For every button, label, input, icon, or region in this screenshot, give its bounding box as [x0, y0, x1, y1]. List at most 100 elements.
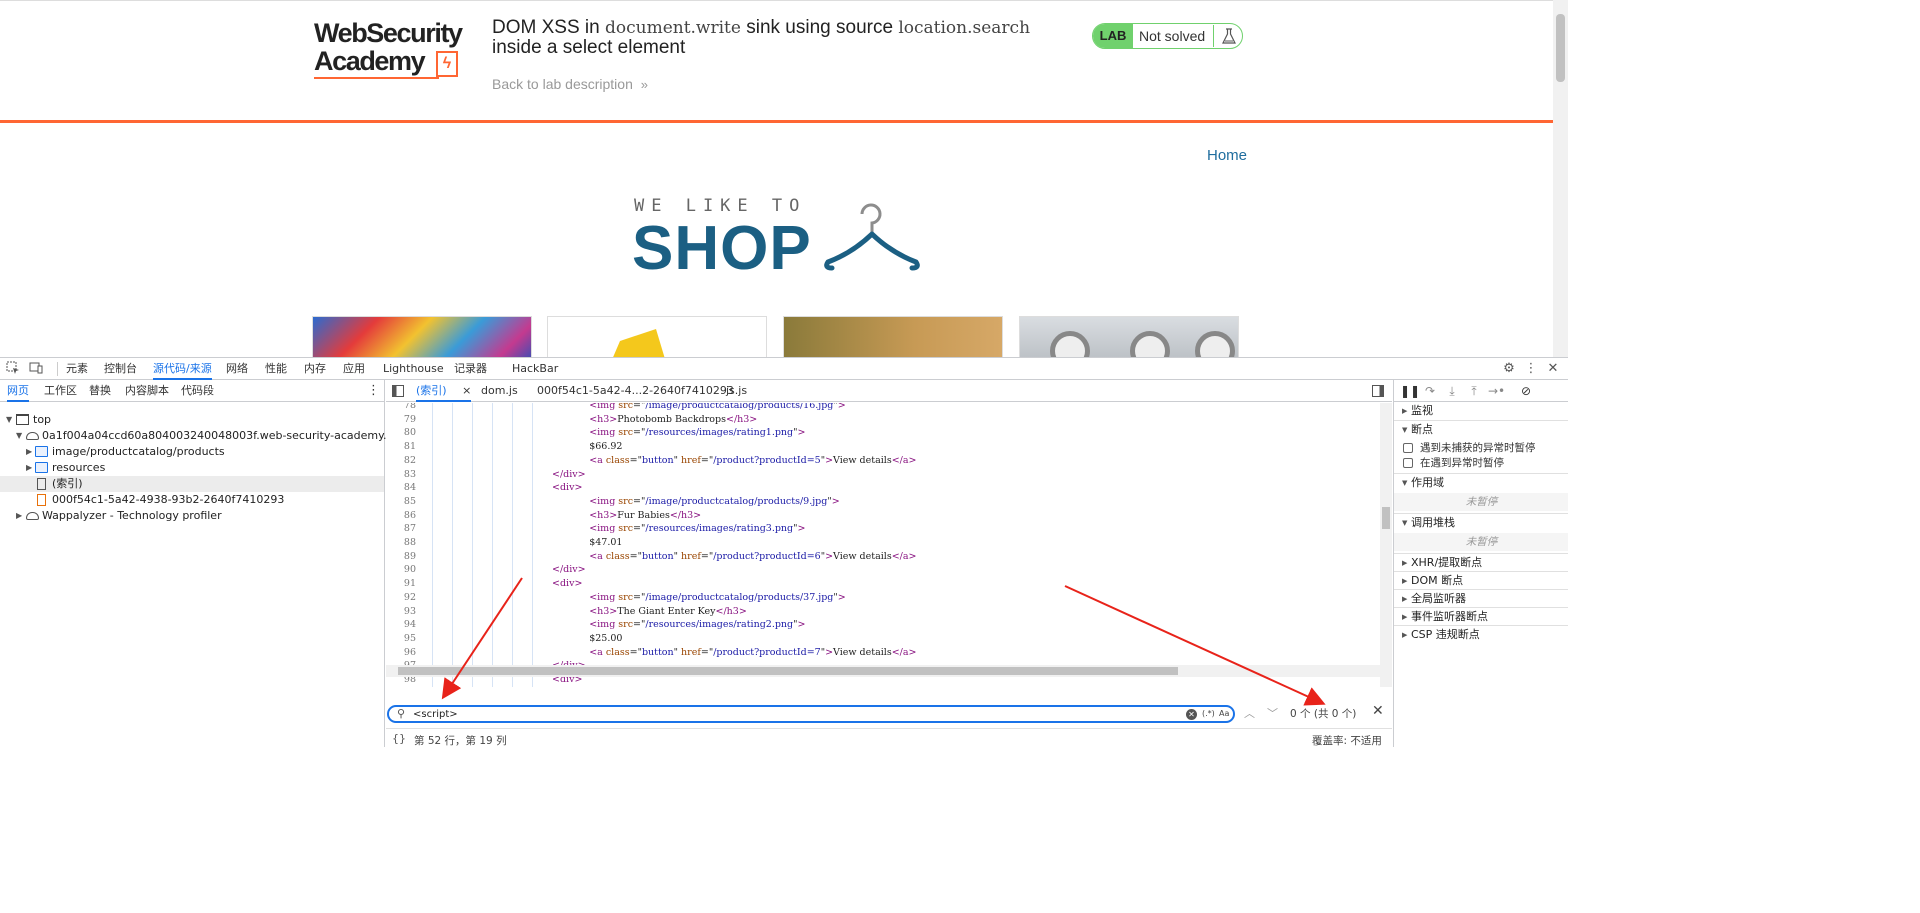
section-dom-breakpoints[interactable]: ▶ DOM 断点 [1394, 571, 1568, 589]
line-number[interactable]: 78 [386, 403, 416, 413]
inspect-element-icon[interactable] [5, 361, 21, 377]
match-case-toggle[interactable]: Aa [1219, 707, 1229, 721]
page-scrollbar[interactable] [1553, 0, 1568, 357]
step-icon[interactable]: →• [1488, 383, 1505, 399]
code-line[interactable]: 91 <div> [386, 577, 1380, 591]
line-number[interactable]: 88 [386, 536, 416, 550]
editor-tab-js-js[interactable]: js.js [726, 380, 747, 402]
line-number[interactable]: 79 [386, 413, 416, 427]
tree-item-top[interactable]: ▼ top [0, 412, 384, 428]
clear-search-icon[interactable]: ✕ [1186, 709, 1197, 720]
pretty-print-icon[interactable]: {} [392, 732, 406, 745]
code-line[interactable]: 81 $66.92 [386, 440, 1380, 454]
tree-item-script-file[interactable]: 000f54c1-5a42-4938-93b2-2640f7410293 [0, 492, 384, 508]
code-line[interactable]: 96 <a class="button" href="/product?produ… [386, 646, 1380, 660]
line-number[interactable]: 84 [386, 481, 416, 495]
line-number[interactable]: 86 [386, 509, 416, 523]
tab-memory[interactable]: 内存 [304, 358, 326, 380]
step-out-icon[interactable]: ⤒ [1466, 383, 1482, 399]
line-number[interactable]: 81 [386, 440, 416, 454]
tab-elements[interactable]: 元素 [66, 358, 88, 380]
section-event-listener-breakpoints[interactable]: ▶ 事件监听器断点 [1394, 607, 1568, 625]
line-number[interactable]: 90 [386, 563, 416, 577]
tab-hackbar[interactable]: HackBar [512, 358, 558, 380]
nav-tab-page[interactable]: 网页 [7, 380, 29, 402]
code-line[interactable]: 94 <img src="/resources/images/rating2.pn… [386, 618, 1380, 632]
editor-tab-dom-js[interactable]: dom.js [481, 380, 518, 402]
close-tab-icon[interactable]: × [462, 384, 471, 397]
code-line[interactable]: 92 <img src="/image/productcatalog/produc… [386, 591, 1380, 605]
checkbox[interactable] [1403, 458, 1413, 468]
editor-vertical-scrollbar[interactable] [1380, 403, 1392, 687]
line-number[interactable]: 96 [386, 646, 416, 660]
tree-item-folder-resources[interactable]: ▶ resources [0, 460, 384, 476]
device-toolbar-icon[interactable] [28, 361, 44, 377]
tree-item-folder-products[interactable]: ▶ image/productcatalog/products [0, 444, 384, 460]
nav-tab-content-scripts[interactable]: 内容脚本 [125, 380, 169, 402]
product-image-balloons[interactable] [312, 316, 532, 357]
product-image-washing-machines[interactable] [1019, 316, 1239, 357]
step-into-icon[interactable]: ⤓ [1444, 383, 1460, 399]
scrollbar-thumb[interactable] [1382, 507, 1390, 529]
tab-performance[interactable]: 性能 [265, 358, 287, 380]
section-xhr-breakpoints[interactable]: ▶ XHR/提取断点 [1394, 553, 1568, 571]
editor-tab-guid[interactable]: 000f54c1-5a42-4...2-2640f7410293 [537, 380, 734, 402]
settings-gear-icon[interactable]: ⚙ [1501, 361, 1517, 377]
tab-sources[interactable]: 源代码/来源 [153, 358, 212, 380]
pause-caught-checkbox[interactable]: 在遇到异常时暂停 [1394, 455, 1568, 471]
section-global-listeners[interactable]: ▶ 全局监听器 [1394, 589, 1568, 607]
code-line[interactable]: 88 $47.01 [386, 536, 1380, 550]
home-link[interactable]: Home [1207, 147, 1247, 164]
tab-network[interactable]: 网络 [226, 358, 248, 380]
code-view[interactable]: 78 <img src="/image/productcatalog/produc… [386, 403, 1380, 687]
section-csp-breakpoints[interactable]: ▶ CSP 违规断点 [1394, 625, 1568, 643]
product-image-brown[interactable] [783, 316, 1003, 357]
tree-item-domain[interactable]: ▼ 0a1f004a04ccd60a804003240048003f.web-s… [0, 428, 405, 444]
close-search-button[interactable]: ✕ [1372, 703, 1384, 719]
tab-lighthouse[interactable]: Lighthouse [383, 358, 444, 380]
next-match-button[interactable]: ﹀ [1267, 705, 1278, 721]
line-number[interactable]: 89 [386, 550, 416, 564]
previous-match-button[interactable]: ︿ [1244, 705, 1255, 721]
line-number[interactable]: 83 [386, 468, 416, 482]
tab-console[interactable]: 控制台 [104, 358, 137, 380]
code-line[interactable]: 80 <img src="/resources/images/rating1.pn… [386, 426, 1380, 440]
checkbox[interactable] [1403, 443, 1413, 453]
navigator-more-icon[interactable]: ⋮ [367, 380, 380, 402]
section-watch[interactable]: ▶ 监视 [1394, 402, 1568, 420]
code-line[interactable]: 78 <img src="/image/productcatalog/produc… [386, 403, 1380, 413]
line-number[interactable]: 92 [386, 591, 416, 605]
tab-recorder[interactable]: 记录器 [454, 358, 487, 380]
tree-item-index[interactable]: (索引) [0, 476, 384, 492]
product-image-wet-floor-sign[interactable] [547, 316, 767, 357]
scrollbar-thumb[interactable] [398, 667, 1178, 675]
more-options-icon[interactable]: ⋮ [1523, 361, 1539, 377]
section-scope[interactable]: ▼ 作用域 [1394, 473, 1568, 491]
line-number[interactable]: 82 [386, 454, 416, 468]
code-line[interactable]: 82 <a class="button" href="/product?produ… [386, 454, 1380, 468]
pause-uncaught-checkbox[interactable]: 遇到未捕获的异常时暂停 [1394, 440, 1568, 456]
code-line[interactable]: 90 </div> [386, 563, 1380, 577]
editor-horizontal-scrollbar[interactable] [386, 665, 1380, 677]
back-to-lab-description-link[interactable]: Back to lab description » [492, 76, 648, 92]
tree-item-wappalyzer[interactable]: ▶ Wappalyzer - Technology profiler [0, 508, 384, 524]
close-devtools-icon[interactable]: ✕ [1545, 361, 1561, 377]
code-line[interactable]: 95 $25.00 [386, 632, 1380, 646]
code-line[interactable]: 84 <div> [386, 481, 1380, 495]
search-input[interactable] [413, 708, 1173, 721]
line-number[interactable]: 80 [386, 426, 416, 440]
code-line[interactable]: 83 </div> [386, 468, 1380, 482]
deactivate-breakpoints-icon[interactable]: ⊘ [1518, 383, 1534, 399]
code-line[interactable]: 93 <h3>The Giant Enter Key</h3> [386, 605, 1380, 619]
code-line[interactable]: 86 <h3>Fur Babies</h3> [386, 509, 1380, 523]
line-number[interactable]: 91 [386, 577, 416, 591]
tab-application[interactable]: 应用 [343, 358, 365, 380]
line-number[interactable]: 93 [386, 605, 416, 619]
nav-tab-snippets[interactable]: 代码段 [181, 380, 214, 402]
section-call-stack[interactable]: ▼ 调用堆栈 [1394, 513, 1568, 531]
nav-tab-workspace[interactable]: 工作区 [44, 380, 77, 402]
web-security-academy-logo[interactable]: WebSecurity Academy ϟ [314, 19, 476, 81]
step-over-icon[interactable]: ↷ [1422, 383, 1438, 399]
line-number[interactable]: 95 [386, 632, 416, 646]
nav-tab-overrides[interactable]: 替换 [89, 380, 111, 402]
